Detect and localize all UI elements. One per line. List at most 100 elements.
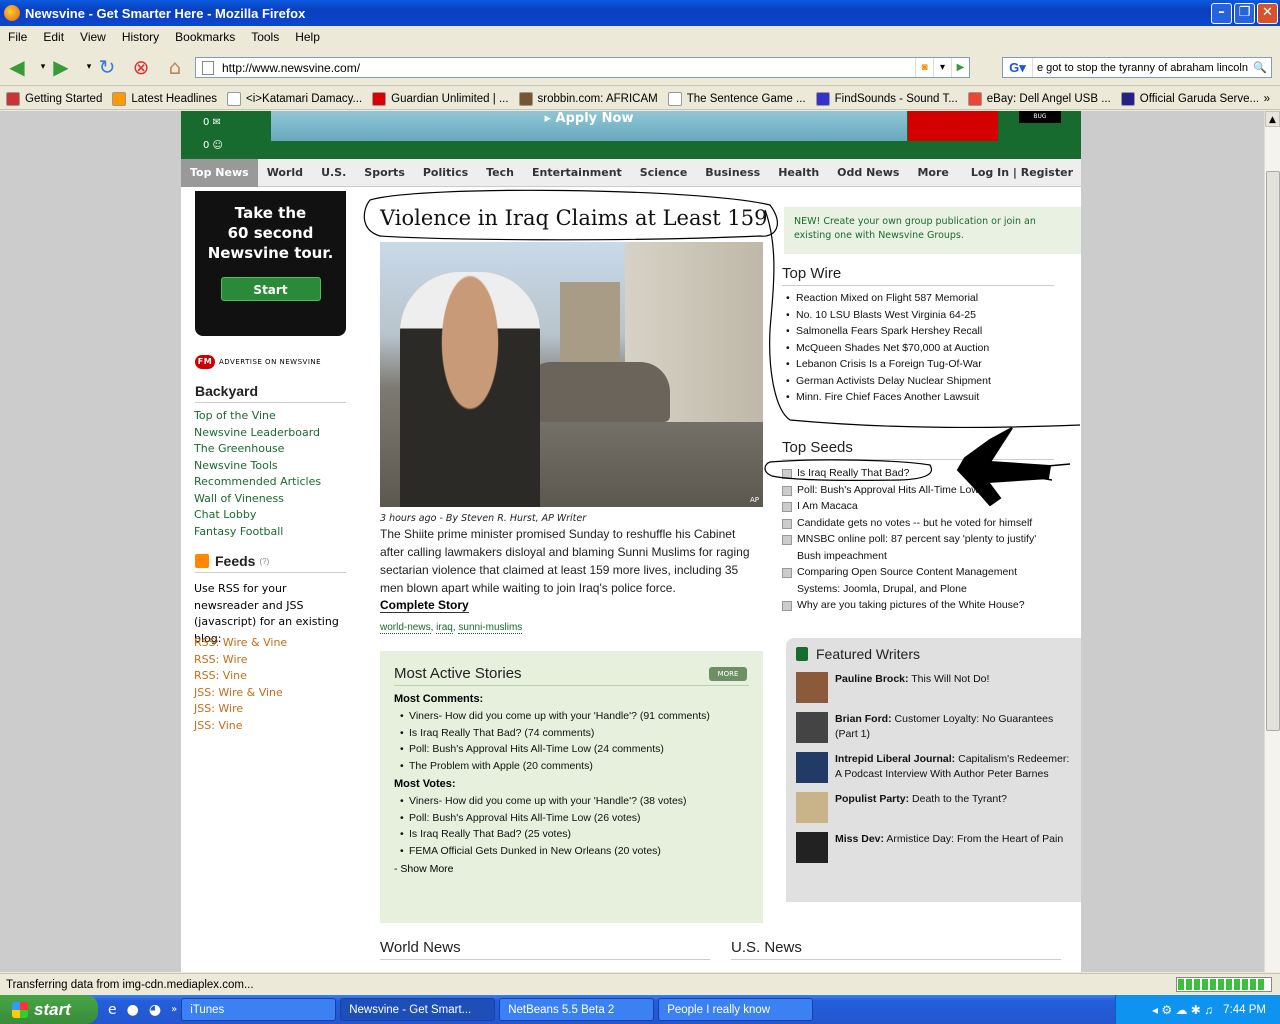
writer-avatar[interactable]: [796, 832, 828, 863]
bookmark-item[interactable]: FindSounds - Sound T...: [815, 91, 958, 106]
most-active-more-button[interactable]: MORE: [709, 667, 747, 681]
story-headline[interactable]: Violence in Iraq Claims at Least 159: [380, 206, 767, 230]
top-seed-item[interactable]: Is Iraq Really That Bad?: [782, 465, 1052, 482]
backyard-link[interactable]: The Greenhouse: [194, 441, 321, 458]
featured-writer[interactable]: Brian Ford: Customer Loyalty: No Guarant…: [796, 712, 1071, 743]
url-dropdown-icon[interactable]: ▾: [933, 58, 951, 77]
maximize-button[interactable]: ❐: [1234, 3, 1255, 24]
tag-link[interactable]: sunni-muslims: [458, 622, 523, 634]
featured-writer[interactable]: Miss Dev: Armistice Day: From the Heart …: [796, 832, 1071, 863]
start-button[interactable]: start: [0, 995, 98, 1024]
task-people[interactable]: People I really know: [658, 998, 814, 1021]
search-bar[interactable]: G▾ e got to stop the tyranny of abraham …: [1002, 57, 1272, 78]
search-input[interactable]: e got to stop the tyranny of abraham lin…: [1033, 62, 1249, 74]
url-bar[interactable]: http://www.newsvine.com/ ◙ ▾ ▶: [195, 57, 970, 78]
tag-link[interactable]: world-news: [380, 622, 431, 634]
backyard-link[interactable]: Chat Lobby: [194, 507, 321, 524]
groups-promo[interactable]: NEW! Create your own group publication o…: [784, 207, 1081, 254]
feeds-help[interactable]: (?): [259, 557, 269, 566]
writer-name[interactable]: Intrepid Liberal Journal:: [835, 753, 955, 765]
backyard-link[interactable]: Wall of Vineness: [194, 491, 321, 508]
nav-tab[interactable]: Top News: [181, 158, 258, 187]
featured-writer[interactable]: Populist Party: Death to the Tyrant?: [796, 792, 1071, 823]
task-netbeans[interactable]: NetBeans 5.5 Beta 2: [499, 998, 655, 1021]
rss-icon[interactable]: ◙: [915, 58, 933, 77]
writer-post[interactable]: Armistice Day: From the Heart of Pain: [886, 833, 1063, 845]
search-icon[interactable]: 🔍: [1249, 61, 1271, 74]
writer-avatar[interactable]: [796, 712, 828, 743]
bookmark-item[interactable]: The Sentence Game ...: [667, 91, 806, 106]
complete-story-link[interactable]: Complete Story: [380, 598, 469, 613]
top-wire-item[interactable]: Minn. Fire Chief Faces Another Lawsuit: [786, 389, 1066, 406]
nav-tab[interactable]: Politics: [414, 159, 477, 187]
vertical-scrollbar[interactable]: ▲: [1264, 111, 1280, 972]
tag-link[interactable]: iraq: [436, 622, 453, 634]
feed-link[interactable]: RSS: Wire: [194, 652, 287, 669]
active-story-item[interactable]: Is Iraq Really That Bad? (25 votes): [400, 826, 749, 843]
menu-bookmarks[interactable]: Bookmarks: [167, 30, 243, 44]
nav-tab[interactable]: Sports: [355, 159, 414, 187]
nav-tab[interactable]: Health: [769, 159, 828, 187]
active-story-item[interactable]: The Problem with Apple (20 comments): [400, 758, 749, 775]
featured-writer[interactable]: Pauline Brock: This Will Not Do!: [796, 672, 1071, 703]
reload-icon[interactable]: ↻: [94, 54, 120, 80]
writer-avatar[interactable]: [796, 672, 828, 703]
feed-link[interactable]: JSS: Wire & Vine: [194, 685, 287, 702]
feed-link[interactable]: RSS: Wire & Vine: [194, 635, 287, 652]
google-search-engine-icon[interactable]: G▾: [1003, 58, 1033, 77]
stop-icon[interactable]: ⊗: [128, 54, 154, 80]
top-seed-item[interactable]: Why are you taking pictures of the White…: [782, 597, 1052, 614]
show-more-link[interactable]: - Show More: [394, 863, 749, 875]
task-itunes[interactable]: iTunes: [181, 998, 337, 1021]
top-seed-item[interactable]: Candidate gets no votes -- but he voted …: [782, 515, 1052, 532]
active-story-item[interactable]: FEMA Official Gets Dunked in New Orleans…: [400, 843, 749, 860]
tour-box[interactable]: Take the 60 second Newsvine tour. Start: [195, 191, 346, 336]
advertise-link[interactable]: FM ADVERTISE ON NEWSVINE: [195, 355, 321, 369]
active-story-item[interactable]: Poll: Bush's Approval Hits All-Time Low …: [400, 741, 749, 758]
scroll-thumb[interactable]: [1266, 171, 1280, 731]
menu-edit[interactable]: Edit: [35, 30, 72, 44]
nav-tab[interactable]: Odd News: [828, 159, 908, 187]
bookmark-item[interactable]: <i>Katamari Damacy...: [227, 91, 362, 106]
apply-now-link[interactable]: ▸ Apply Now: [544, 111, 633, 126]
top-wire-item[interactable]: German Activists Delay Nuclear Shipment: [786, 373, 1066, 390]
nav-tab[interactable]: World: [258, 159, 312, 187]
writer-name[interactable]: Pauline Brock:: [835, 673, 909, 685]
top-seed-item[interactable]: Comparing Open Source Content Management…: [782, 564, 1052, 597]
nav-tab[interactable]: Science: [631, 159, 697, 187]
backyard-link[interactable]: Newsvine Leaderboard: [194, 425, 321, 442]
menu-help[interactable]: Help: [287, 30, 328, 44]
feed-link[interactable]: JSS: Wire: [194, 701, 287, 718]
backyard-link[interactable]: Recommended Articles: [194, 474, 321, 491]
apply-now-banner[interactable]: ▸ Apply Now: [271, 111, 907, 141]
tour-start-button[interactable]: Start: [220, 277, 321, 301]
top-wire-item[interactable]: Reaction Mixed on Flight 587 Memorial: [786, 290, 1066, 307]
backyard-link[interactable]: Top of the Vine: [194, 408, 321, 425]
bookmark-item[interactable]: srobbin.com: AFRICAM: [518, 91, 658, 106]
top-wire-item[interactable]: McQueen Shades Net $70,000 at Auction: [786, 340, 1066, 357]
close-button[interactable]: ✕: [1257, 3, 1278, 24]
top-seed-item[interactable]: I Am Macaca: [782, 498, 1052, 515]
bookmarks-more-icon[interactable]: »: [1264, 93, 1280, 105]
red-ad-block[interactable]: [908, 111, 998, 141]
writer-name[interactable]: Brian Ford:: [835, 713, 892, 725]
active-story-item[interactable]: Viners- How did you come up with your 'H…: [400, 708, 749, 725]
bookmark-item[interactable]: Getting Started: [6, 91, 102, 106]
menu-file[interactable]: File: [0, 30, 35, 44]
top-wire-item[interactable]: No. 10 LSU Blasts West Virginia 64-25: [786, 307, 1066, 324]
nav-tab[interactable]: Business: [696, 159, 769, 187]
bookmark-item[interactable]: Latest Headlines: [112, 91, 217, 106]
top-seed-item[interactable]: Poll: Bush's Approval Hits All-Time Low: [782, 482, 1052, 499]
go-icon[interactable]: ▶: [951, 58, 969, 77]
top-wire-item[interactable]: Lebanon Crisis Is a Foreign Tug-Of-War: [786, 356, 1066, 373]
login-register-link[interactable]: Log In | Register: [971, 166, 1081, 179]
bookmark-item[interactable]: Guardian Unlimited | ...: [372, 91, 509, 106]
backyard-link[interactable]: Fantasy Football: [194, 524, 321, 541]
nav-tab[interactable]: U.S.: [312, 159, 355, 187]
bookmark-item[interactable]: Official Garuda Serve...: [1120, 91, 1259, 106]
tray-icons[interactable]: ◂ ⚙ ☁ ✱ ♫: [1152, 1003, 1213, 1017]
nav-tab[interactable]: More: [908, 159, 957, 187]
backyard-link[interactable]: Newsvine Tools: [194, 458, 321, 475]
minimize-button[interactable]: –: [1211, 3, 1232, 24]
panda-icon[interactable]: ◕: [149, 1002, 161, 1018]
